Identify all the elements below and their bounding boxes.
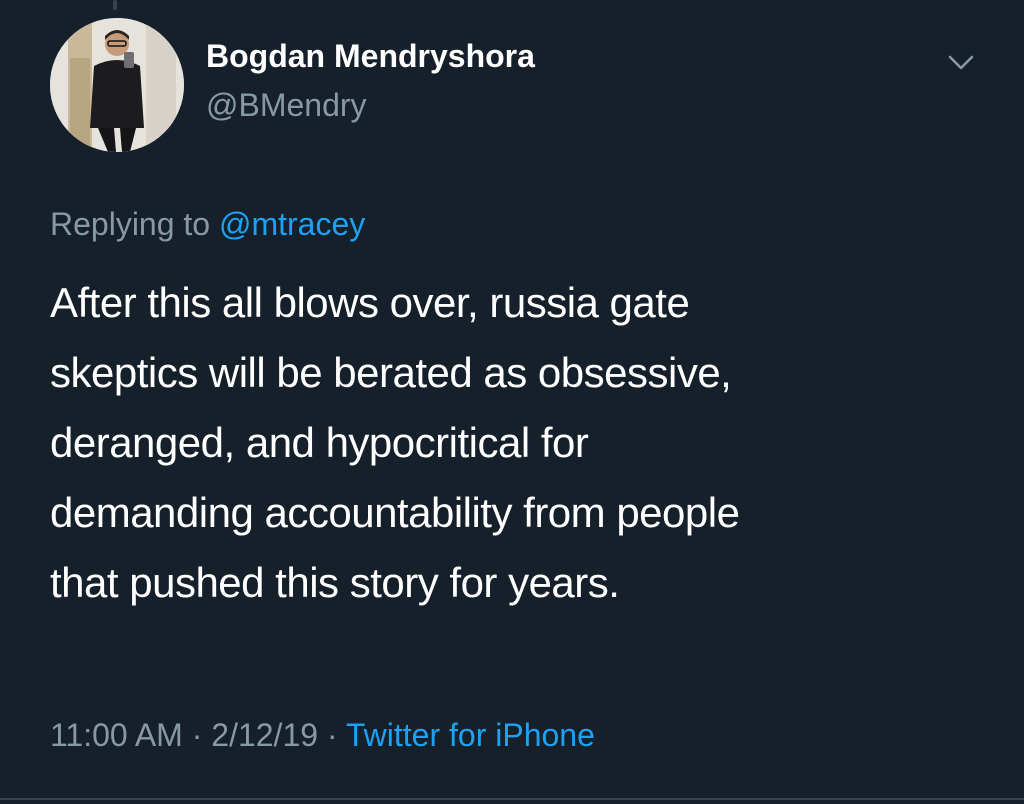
- thread-connector: [113, 0, 117, 10]
- tweet-time[interactable]: 11:00 AM: [50, 717, 183, 753]
- user-handle[interactable]: @BMendry: [206, 85, 367, 125]
- replying-to: Replying to @mtracey: [50, 203, 365, 245]
- tweet-source-link[interactable]: Twitter for iPhone: [346, 717, 595, 753]
- tweet-text-line: skeptics will be berated as obsessive,: [50, 349, 732, 396]
- tweet-text-line: deranged, and hypocritical for: [50, 419, 589, 466]
- tweet-date[interactable]: 2/12/19: [211, 717, 318, 753]
- chevron-down-icon[interactable]: [942, 48, 980, 78]
- divider: [0, 798, 1024, 800]
- meta-separator: ·: [191, 717, 203, 753]
- tweet-text-line: demanding accountability from people: [50, 489, 740, 536]
- tweet-text-line: that pushed this story for years.: [50, 559, 620, 606]
- tweet-meta: 11:00 AM · 2/12/19 · Twitter for iPhone: [50, 714, 595, 756]
- mention-link[interactable]: @mtracey: [219, 206, 365, 242]
- avatar[interactable]: [50, 18, 184, 152]
- tweet-text-line: After this all blows over, russia gate: [50, 279, 690, 326]
- tweet-text: After this all blows over, russia gate s…: [50, 268, 990, 618]
- meta-separator: ·: [326, 717, 338, 753]
- replying-prefix: Replying to: [50, 206, 211, 242]
- avatar-photo: [50, 18, 184, 152]
- display-name[interactable]: Bogdan Mendryshora: [206, 36, 535, 76]
